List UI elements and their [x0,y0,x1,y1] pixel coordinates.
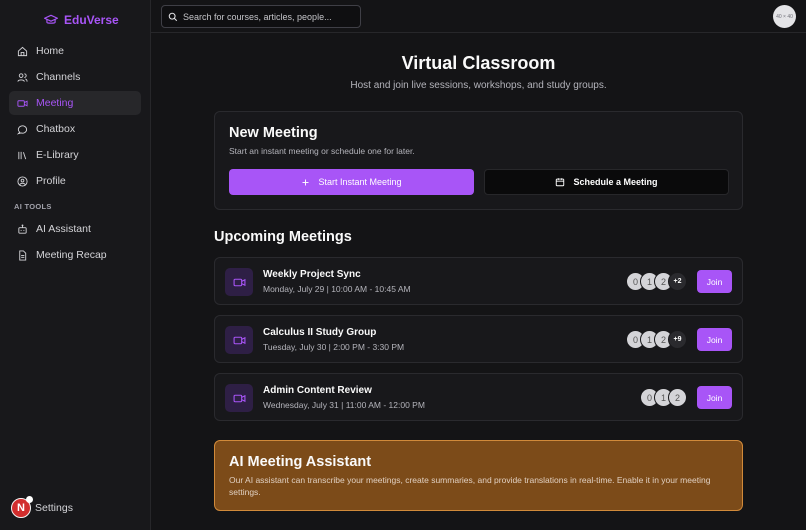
sidebar-item-label: Chatbox [36,123,76,135]
new-meeting-card: New Meeting Start an instant meeting or … [214,111,743,210]
participant-avatars: 0 1 2 +2 [626,272,687,291]
page-title: Virtual Classroom [401,53,556,73]
user-avatar-initial[interactable]: N [11,496,33,518]
settings-link[interactable]: N Settings [11,496,73,518]
home-icon [17,46,28,56]
brand-logo[interactable]: EduVerse [44,13,119,27]
brand-name: EduVerse [64,13,119,27]
user-avatar-placeholder: 40 × 40 [776,13,793,20]
meeting-title: Calculus II Study Group [263,327,377,338]
meeting-title: Admin Content Review [263,385,372,396]
meeting-time: Tuesday, July 30 | 2:00 PM - 3:30 PM [263,342,405,352]
sidebar-nav: Home Channels Meeting Chatbox E-Library … [9,39,141,269]
meeting-time: Wednesday, July 31 | 11:00 AM - 12:00 PM [263,400,425,410]
plus-icon [302,179,309,185]
ai-assistant-description: Our AI assistant can transcribe your mee… [229,475,711,497]
main-content: Virtual Classroom Host and join live ses… [151,33,806,530]
schedule-meeting-label: Schedule a Meeting [573,177,658,187]
meeting-video-icon-box [225,326,253,354]
meeting-video-icon-box [225,384,253,412]
meeting-video-icon-box [225,268,253,296]
join-button[interactable]: Join [697,386,732,409]
sidebar-item-home[interactable]: Home [9,39,141,63]
avatar-initial-text: N [17,502,25,514]
sidebar-item-label: E-Library [36,149,79,161]
sidebar-item-label: Meeting [36,97,74,109]
meeting-card: Weekly Project Sync Monday, July 29 | 10… [214,257,743,305]
ai-assistant-title: AI Meeting Assistant [229,454,372,470]
meeting-card: Admin Content Review Wednesday, July 31 … [214,373,743,421]
video-icon [17,99,28,107]
user-circle-icon [17,175,28,187]
sidebar-section-ai-tools: AI TOOLS [14,201,52,211]
participant-overflow-count: +9 [668,330,687,349]
video-icon [233,394,245,402]
top-bar: 40 × 40 [151,0,806,33]
library-icon [18,151,27,159]
video-icon [233,278,245,286]
meeting-title: Weekly Project Sync [263,269,361,280]
sidebar-item-profile[interactable]: Profile [9,169,141,193]
search-input[interactable] [183,11,353,22]
search-box[interactable] [161,5,361,28]
schedule-meeting-button[interactable]: Schedule a Meeting [484,169,729,195]
bot-icon [18,223,27,234]
settings-label: Settings [35,502,73,514]
calendar-icon [556,178,565,187]
participant-avatars: 0 1 2 +9 [626,330,687,349]
sidebar-item-meeting-recap[interactable]: Meeting Recap [9,243,141,267]
participant-avatars: 0 1 2 [640,388,687,407]
document-icon [19,249,27,261]
join-button[interactable]: Join [697,270,732,293]
video-icon [233,336,245,344]
new-meeting-title: New Meeting [229,125,318,141]
sidebar-item-label: Profile [36,175,66,187]
sidebar-item-label: Channels [36,71,81,83]
sidebar-item-channels[interactable]: Channels [9,65,141,89]
sidebar: EduVerse Home Channels Meeting Chatbox E… [0,0,151,530]
page-subtitle: Host and join live sessions, workshops, … [350,80,607,91]
graduation-cap-icon [44,14,58,24]
sidebar-item-ai-assistant[interactable]: AI Assistant [9,217,141,241]
meeting-card: Calculus II Study Group Tuesday, July 30… [214,315,743,363]
sidebar-item-label: Home [36,45,65,57]
sidebar-item-label: AI Assistant [36,223,91,235]
meeting-time: Monday, July 29 | 10:00 AM - 10:45 AM [263,284,411,294]
upcoming-meetings-title: Upcoming Meetings [214,229,352,245]
sidebar-item-chatbox[interactable]: Chatbox [9,117,141,141]
users-icon [17,72,28,82]
notification-dot [26,496,33,503]
sidebar-item-e-library[interactable]: E-Library [9,143,141,167]
participant-avatar: 2 [668,388,687,407]
start-instant-meeting-label: Start Instant Meeting [318,177,402,187]
sidebar-item-meeting[interactable]: Meeting [9,91,141,115]
join-button[interactable]: Join [697,328,732,351]
participant-overflow-count: +2 [668,272,687,291]
user-avatar[interactable]: 40 × 40 [773,5,796,28]
chat-bubble-icon [17,124,28,134]
start-instant-meeting-button[interactable]: Start Instant Meeting [229,169,474,195]
new-meeting-subtitle: Start an instant meeting or schedule one… [229,146,415,156]
ai-meeting-assistant-card: AI Meeting Assistant Our AI assistant ca… [214,440,743,511]
search-icon [168,12,178,21]
sidebar-item-label: Meeting Recap [36,249,107,261]
